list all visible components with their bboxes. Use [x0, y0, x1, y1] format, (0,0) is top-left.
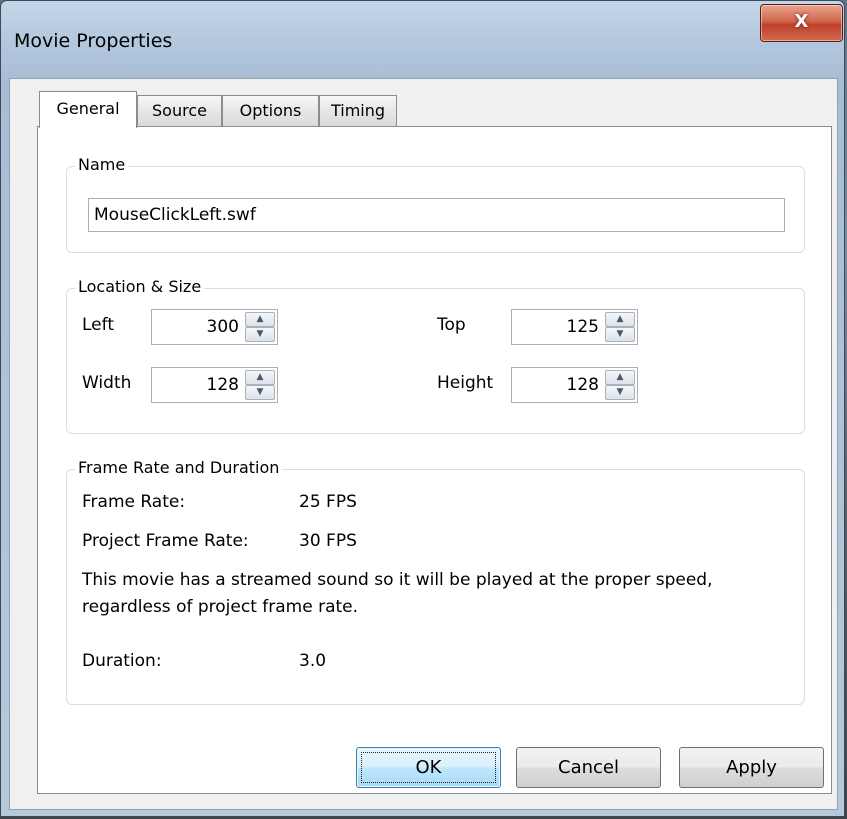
- height-spinner[interactable]: 128 ▲ ▼: [511, 367, 638, 403]
- duration-value: 3.0: [299, 651, 327, 671]
- ok-button[interactable]: OK: [356, 747, 501, 788]
- apply-button[interactable]: Apply: [679, 747, 824, 788]
- tab-source-label: Source: [152, 101, 207, 120]
- tab-options-label: Options: [239, 101, 302, 120]
- streamed-sound-note: This movie has a streamed sound so it wi…: [82, 570, 713, 617]
- dialog-window: Movie Properties X General Source Option…: [0, 0, 845, 817]
- project-frame-rate-label: Project Frame Rate:: [82, 531, 249, 551]
- window-title: Movie Properties: [14, 30, 173, 52]
- title-bar[interactable]: Movie Properties X: [1, 1, 844, 79]
- spin-down-arrow-icon[interactable]: ▼: [605, 327, 635, 342]
- tab-timing[interactable]: Timing: [319, 95, 397, 126]
- width-value: 128: [206, 375, 239, 395]
- frame-rate-duration-group: Frame Rate and Duration Frame Rate: 25 F…: [66, 458, 805, 705]
- name-input[interactable]: MouseClickLeft.swf: [88, 198, 785, 232]
- spin-up-arrow-icon[interactable]: ▲: [245, 312, 275, 327]
- project-frame-rate-value: 30 FPS: [299, 531, 357, 551]
- duration-label: Duration:: [82, 651, 162, 671]
- spin-up-arrow-icon[interactable]: ▲: [605, 370, 635, 385]
- tab-timing-label: Timing: [330, 101, 386, 120]
- width-label: Width: [82, 373, 132, 393]
- frame-rate-group-label: Frame Rate and Duration: [75, 458, 283, 477]
- top-value: 125: [566, 317, 599, 337]
- general-tab-panel: Name MouseClickLeft.swf Location & Size …: [37, 126, 832, 794]
- height-label: Height: [437, 373, 494, 393]
- cancel-button[interactable]: Cancel: [516, 747, 661, 788]
- spin-down-arrow-icon[interactable]: ▼: [245, 327, 275, 342]
- tab-source[interactable]: Source: [137, 95, 222, 126]
- tab-general[interactable]: General: [39, 91, 137, 128]
- left-label: Left: [82, 315, 114, 335]
- width-spinner[interactable]: 128 ▲ ▼: [151, 367, 278, 403]
- location-size-group-label: Location & Size: [75, 277, 205, 296]
- name-group-label: Name: [75, 155, 129, 174]
- frame-rate-value: 25 FPS: [299, 492, 357, 512]
- spin-up-arrow-icon[interactable]: ▲: [605, 312, 635, 327]
- close-icon: X: [794, 11, 809, 32]
- frame-rate-label: Frame Rate:: [82, 492, 186, 512]
- spin-up-arrow-icon[interactable]: ▲: [245, 370, 275, 385]
- top-label: Top: [437, 315, 466, 335]
- tab-general-label: General: [56, 99, 120, 118]
- name-group: Name MouseClickLeft.swf: [66, 155, 805, 253]
- spin-down-arrow-icon[interactable]: ▼: [245, 385, 275, 400]
- left-value: 300: [206, 317, 239, 337]
- location-size-group: Location & Size Left 300 ▲ ▼ Top 125 ▲ ▼: [66, 277, 805, 434]
- dialog-client-area: General Source Options Timing Name Mouse…: [9, 78, 838, 810]
- close-button[interactable]: X: [760, 4, 843, 42]
- left-spinner[interactable]: 300 ▲ ▼: [151, 309, 278, 345]
- cancel-button-label: Cancel: [558, 757, 619, 778]
- spin-down-arrow-icon[interactable]: ▼: [605, 385, 635, 400]
- height-value: 128: [566, 375, 599, 395]
- apply-button-label: Apply: [726, 757, 777, 778]
- focus-rectangle: [361, 752, 496, 783]
- top-spinner[interactable]: 125 ▲ ▼: [511, 309, 638, 345]
- tab-options[interactable]: Options: [222, 95, 319, 126]
